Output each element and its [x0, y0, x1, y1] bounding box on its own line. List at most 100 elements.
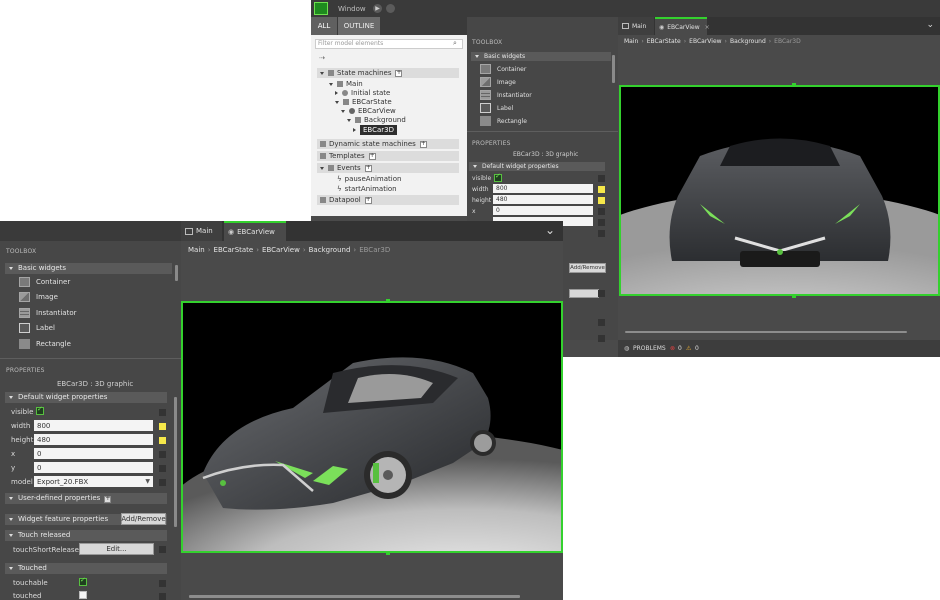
add-remove-button[interactable]: Add/Remove	[121, 513, 166, 525]
canvas-scrollbar[interactable]	[625, 331, 907, 333]
selection-handle[interactable]	[792, 83, 796, 87]
breadcrumb-item[interactable]: Main	[624, 38, 638, 45]
tab-main[interactable]: Main	[618, 17, 654, 35]
chevron-down-icon[interactable]: ⌄	[926, 20, 934, 30]
selection-handle[interactable]	[792, 294, 796, 298]
widget-label: Instantiator	[497, 91, 532, 99]
tree-node-ebcar3d[interactable]: EBCar3D	[353, 125, 398, 135]
height-input[interactable]: 480	[34, 434, 153, 445]
widget-instantiator[interactable]: Instantiator	[19, 308, 77, 318]
tab-ebcarview[interactable]: ◉ EBCarView	[224, 221, 286, 241]
tree-cat-events[interactable]: Events +	[317, 163, 459, 173]
x-input[interactable]: 0	[493, 206, 593, 215]
edit-button-partial[interactable]	[569, 289, 599, 298]
tree-node-pause-animation[interactable]: ϟ pauseAnimation	[337, 175, 401, 183]
tree-cat-templates[interactable]: Templates +	[317, 151, 459, 161]
user-defined-props-header[interactable]: User-defined properties +	[5, 493, 167, 504]
widget-label: Rectangle	[36, 340, 71, 348]
basic-widgets-header[interactable]: Basic widgets	[471, 52, 611, 61]
breadcrumb-item[interactable]: Background	[730, 38, 766, 45]
properties-scrollbar[interactable]	[174, 397, 177, 527]
widget-label: Instantiator	[36, 309, 77, 317]
close-icon[interactable]: ×	[705, 24, 710, 31]
link-icon[interactable]: ⇢	[319, 54, 325, 62]
add-remove-button[interactable]: Add/Remove	[569, 263, 606, 273]
y-input[interactable]: 0	[34, 462, 153, 473]
container-icon	[480, 64, 491, 74]
height-input[interactable]: 480	[493, 195, 593, 204]
breadcrumb-item[interactable]: EBCarView	[262, 246, 300, 254]
touched-checkbox[interactable]	[79, 591, 87, 599]
tree-node-ebcarview[interactable]: EBCarView	[341, 107, 396, 115]
tab-label: EBCarView	[237, 228, 275, 236]
widget-rectangle[interactable]: Rectangle	[19, 339, 71, 349]
tree-cat-dynamic-state-machines[interactable]: Dynamic state machines +	[317, 139, 459, 149]
toolbox-scrollbar[interactable]	[612, 55, 615, 83]
breadcrumb-item[interactable]: EBCarState	[214, 246, 254, 254]
add-icon[interactable]: +	[395, 69, 403, 77]
rectangle-icon	[480, 116, 491, 126]
selection-handle[interactable]	[386, 299, 390, 303]
tree-label: Datapool	[329, 196, 361, 204]
problems-label[interactable]: PROBLEMS	[633, 345, 666, 352]
tree-node-ebcarstate[interactable]: EBCarState	[335, 98, 392, 106]
widget-image[interactable]: Image	[19, 292, 58, 302]
touchable-checkbox[interactable]	[79, 576, 87, 586]
canvas-scrollbar[interactable]	[189, 595, 520, 598]
add-icon[interactable]: +	[368, 152, 376, 160]
widget-image[interactable]: Image	[480, 77, 516, 87]
edit-button[interactable]: Edit...	[79, 543, 154, 555]
widget-container[interactable]: Container	[480, 64, 526, 74]
prop-label: visible	[472, 175, 492, 182]
tree-node-main[interactable]: Main	[329, 80, 363, 88]
add-icon[interactable]: +	[419, 140, 427, 148]
default-props-header[interactable]: Default widget properties	[469, 162, 605, 171]
touched-header[interactable]: Touched	[5, 563, 167, 574]
breadcrumb-item[interactable]: Background	[309, 246, 351, 254]
add-icon[interactable]: +	[364, 164, 372, 172]
width-input[interactable]: 800	[34, 420, 153, 431]
widget-label-item[interactable]: Label	[480, 103, 513, 113]
add-icon[interactable]: +	[104, 495, 112, 503]
properties-subtitle: EBCar3D : 3D graphic	[57, 380, 134, 388]
widget-rectangle[interactable]: Rectangle	[480, 116, 527, 126]
state-machine-icon	[622, 23, 629, 29]
stop-icon[interactable]	[386, 4, 395, 13]
basic-widgets-header[interactable]: Basic widgets	[5, 263, 172, 274]
prop-marker	[598, 219, 605, 226]
widget-label-item[interactable]: Label	[19, 323, 55, 333]
filter-input[interactable]: Filter model elements	[315, 39, 463, 49]
widget-container[interactable]: Container	[19, 277, 70, 287]
toolbox-scrollbar[interactable]	[175, 265, 178, 281]
tree-node-start-animation[interactable]: ϟ startAnimation	[337, 185, 397, 193]
tab-main[interactable]: Main	[181, 221, 222, 241]
breadcrumb-item[interactable]: EBCarView	[689, 38, 721, 45]
x-input[interactable]: 0	[34, 448, 153, 459]
touch-released-header[interactable]: Touch released	[5, 530, 167, 541]
selection-box[interactable]	[181, 301, 563, 553]
width-input[interactable]: 800	[493, 184, 593, 193]
model-select[interactable]: Export_20.FBX ▼	[34, 476, 153, 487]
tree-node-initial-state[interactable]: Initial state	[335, 89, 390, 97]
play-icon[interactable]: ▶	[373, 4, 382, 13]
chevron-down-icon[interactable]: ⌄	[545, 223, 555, 237]
tree-cat-state-machines[interactable]: State machines +	[317, 68, 459, 78]
app-logo	[314, 2, 328, 15]
tree-node-background[interactable]: Background	[347, 116, 406, 124]
tab-all[interactable]: ALL	[311, 17, 337, 35]
widget-label: Image	[36, 293, 58, 301]
default-props-header[interactable]: Default widget properties	[5, 392, 167, 403]
tree-cat-datapool[interactable]: Datapool +	[317, 195, 459, 205]
visible-checkbox[interactable]	[36, 405, 44, 415]
widget-instantiator[interactable]: Instantiator	[480, 90, 532, 100]
add-icon[interactable]: +	[364, 196, 372, 204]
tab-outline[interactable]: OUTLINE	[338, 17, 380, 35]
section-label: Widget feature properties	[18, 515, 109, 523]
breadcrumb-item[interactable]: Main	[188, 246, 205, 254]
tab-ebcarview[interactable]: ◉ EBCarView ×	[655, 17, 710, 35]
selection-handle[interactable]	[386, 551, 390, 555]
visible-checkbox[interactable]	[494, 172, 502, 182]
tab-label: Main	[632, 22, 647, 30]
breadcrumb-item[interactable]: EBCarState	[647, 38, 681, 45]
selection-box[interactable]	[619, 85, 940, 296]
